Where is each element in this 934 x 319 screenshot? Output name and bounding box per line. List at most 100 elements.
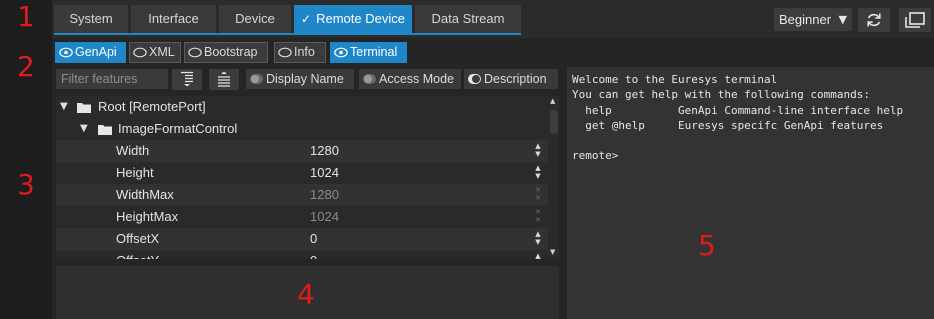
- tab-interface-label: Interface: [148, 11, 199, 26]
- description-toggle[interactable]: Description: [464, 69, 558, 89]
- terminal-panel[interactable]: Welcome to the Euresys terminal You can g…: [567, 67, 934, 319]
- main-area: GenApi XML Bootstrap Info Terminal Displ…: [52, 38, 934, 319]
- feature-row[interactable]: OffsetX 0 ▲ ▼: [56, 228, 548, 250]
- spin-arrows-icon[interactable]: ▲▼: [534, 142, 542, 158]
- feature-row[interactable]: OffsetY 0 ▲▼: [56, 250, 548, 259]
- view-toggle-xml-label: XML: [149, 45, 175, 59]
- check-icon: ✓: [301, 12, 312, 26]
- scroll-down-icon[interactable]: ▼: [550, 248, 555, 256]
- locked-x-icon: ✕ ✕: [535, 208, 541, 224]
- expand-all-button[interactable]: [172, 69, 202, 90]
- tab-data-stream[interactable]: Data Stream: [415, 5, 521, 33]
- refresh-icon: [867, 13, 881, 27]
- feature-value: 1024: [310, 209, 339, 224]
- terminal-line: help GenApi Command-line interface help: [572, 103, 904, 117]
- tree-node-label: Root [RemotePort]: [98, 99, 206, 114]
- tab-data-stream-label: Data Stream: [431, 11, 505, 26]
- circle-icon: [133, 47, 147, 58]
- feature-name: WidthMax: [116, 187, 174, 202]
- access-mode-label: Access Mode: [379, 72, 455, 86]
- terminal-line: get @help Euresys specifc GenApi feature…: [572, 118, 884, 132]
- expand-arrow-icon[interactable]: ▼: [60, 96, 68, 118]
- eye-icon: [334, 47, 348, 58]
- chevron-down-icon: ▼: [838, 13, 847, 26]
- circle-icon: [188, 47, 202, 58]
- feature-row: WidthMax 1280 ✕ ✕: [56, 184, 548, 206]
- eye-icon: [59, 47, 73, 58]
- tree-node-category[interactable]: ▼ ImageFormatControl: [56, 118, 548, 140]
- tab-remote-device-label: Remote Device: [316, 11, 405, 26]
- view-toggle-xml[interactable]: XML: [129, 42, 181, 63]
- access-mode-toggle[interactable]: Access Mode: [359, 69, 461, 89]
- feature-name: OffsetY: [116, 250, 159, 259]
- spin-arrows-icon[interactable]: ▲▼: [534, 252, 542, 259]
- refresh-button[interactable]: [858, 8, 890, 32]
- tree-node-root[interactable]: ▼ Root [RemotePort]: [56, 96, 548, 118]
- tab-system[interactable]: System: [54, 5, 128, 33]
- scrollbar-thumb[interactable]: [550, 110, 558, 134]
- window-icon: [905, 12, 925, 28]
- folder-icon: [98, 125, 112, 135]
- feature-value[interactable]: 0: [310, 228, 317, 250]
- terminal-line: You can get help with the following comm…: [572, 88, 871, 102]
- view-toggle-genapi-label: GenApi: [75, 45, 117, 59]
- callout-2: 2: [17, 50, 35, 83]
- view-toggle-bootstrap[interactable]: Bootstrap: [184, 42, 268, 63]
- list-expand-icon: [181, 71, 193, 87]
- terminal-prompt: remote>: [572, 149, 619, 163]
- visibility-level-value: Beginner: [779, 12, 832, 27]
- feature-name: OffsetX: [116, 231, 160, 246]
- window-button[interactable]: [899, 8, 931, 32]
- feature-value[interactable]: 1024: [310, 162, 339, 184]
- description-label: Description: [484, 72, 547, 86]
- view-toggle-terminal-label: Terminal: [350, 45, 398, 59]
- callout-5: 5: [698, 229, 716, 262]
- view-toggle-genapi[interactable]: GenApi: [55, 42, 126, 63]
- circle-icon: [278, 47, 292, 58]
- tab-device-label: Device: [235, 11, 275, 26]
- tab-device[interactable]: Device: [219, 5, 291, 33]
- feature-name: Width: [116, 143, 150, 158]
- feature-row[interactable]: Width 1280 ▲ ▼: [56, 140, 548, 162]
- feature-row[interactable]: Height 1024 ▲ ▼: [56, 162, 548, 184]
- tree-node-label: ImageFormatControl: [118, 121, 238, 136]
- display-name-toggle[interactable]: Display Name: [246, 69, 354, 89]
- tree-scrollbar[interactable]: ▲ ▼: [549, 96, 559, 259]
- callout-4: 4: [297, 278, 315, 311]
- spin-arrows-icon[interactable]: ▲▼: [534, 164, 542, 180]
- collapse-all-button[interactable]: [209, 69, 239, 90]
- view-toggle-bootstrap-label: Bootstrap: [204, 45, 258, 59]
- module-tab-bar: System Interface Device ✓ Remote Device D…: [52, 0, 934, 38]
- callout-3: 3: [17, 168, 35, 201]
- list-collapse-icon: [218, 71, 230, 87]
- filter-features-input[interactable]: [56, 69, 168, 89]
- tab-interface[interactable]: Interface: [131, 5, 216, 33]
- view-toggle-terminal[interactable]: Terminal: [330, 42, 407, 63]
- display-name-label: Display Name: [266, 72, 344, 86]
- feature-name: Height: [116, 165, 154, 180]
- view-toggle-info[interactable]: Info: [274, 42, 326, 63]
- locked-x-icon: ✕ ✕: [535, 186, 541, 202]
- feature-row: HeightMax 1024 ✕ ✕: [56, 206, 548, 228]
- expand-arrow-icon[interactable]: ▼: [80, 118, 88, 140]
- feature-value: 1280: [310, 187, 339, 202]
- visibility-level-select[interactable]: Beginner ▼: [774, 8, 852, 31]
- feature-value[interactable]: 1280: [310, 140, 339, 162]
- scroll-up-icon[interactable]: ▲: [550, 97, 555, 105]
- toggle-switch-icon: [250, 74, 263, 84]
- spin-arrows-icon[interactable]: ▲▼: [534, 230, 542, 246]
- folder-icon: [77, 103, 91, 113]
- callout-1: 1: [17, 0, 35, 33]
- tab-system-label: System: [69, 11, 113, 26]
- toggle-switch-icon: [468, 74, 481, 84]
- feature-value[interactable]: 0: [310, 250, 317, 259]
- terminal-line: Welcome to the Euresys terminal: [572, 73, 778, 86]
- toggle-switch-icon: [363, 74, 376, 84]
- feature-tree: ▼ Root [RemotePort] ▼ ImageFormatControl…: [56, 96, 559, 259]
- tab-underline: [54, 33, 521, 35]
- tab-remote-device[interactable]: ✓ Remote Device: [294, 5, 412, 33]
- left-rail: [0, 0, 52, 319]
- view-toggle-info-label: Info: [294, 45, 315, 59]
- feature-name: HeightMax: [116, 209, 179, 224]
